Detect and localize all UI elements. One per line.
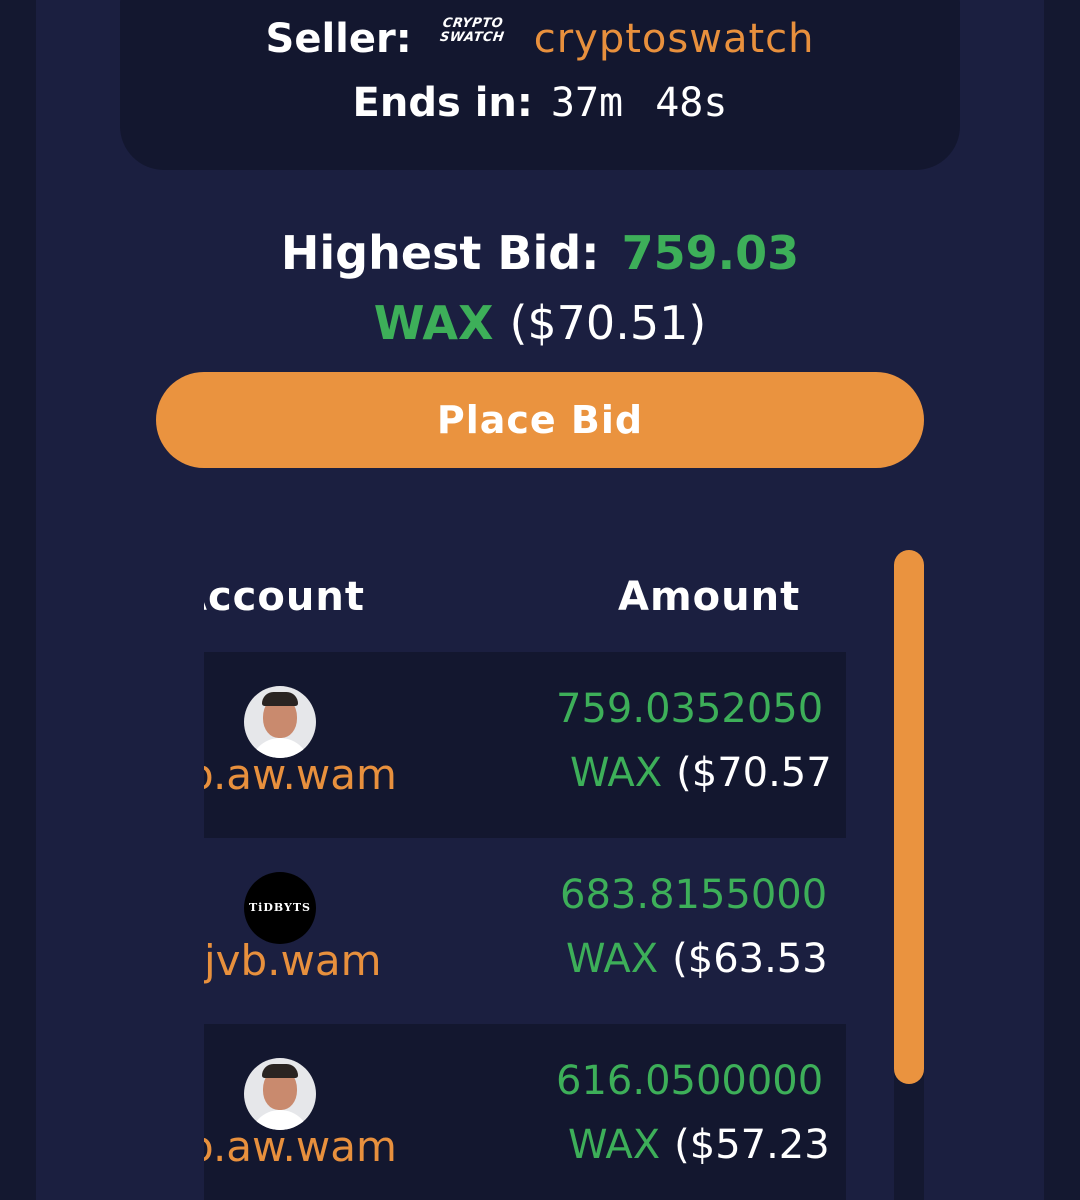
highest-bid-currency: WAX xyxy=(373,296,494,350)
seller-name-link[interactable]: cryptoswatch xyxy=(534,16,815,62)
auction-info-card: Seller: CRYPTO SWATCH cryptoswatch Ends in:… xyxy=(120,0,960,170)
bid-usd: ($63.53 xyxy=(672,936,828,982)
highest-bid-summary: Highest Bid: 759.03 WAX ($70.51) xyxy=(36,218,1044,358)
bidder-account[interactable]: jvb.wam xyxy=(204,936,382,985)
bid-usd: ($57.23 xyxy=(674,1122,830,1168)
bid-amount: 683.8155000 xyxy=(560,872,828,918)
auction-panel: Seller: CRYPTO SWATCH cryptoswatch Ends in:… xyxy=(36,0,1044,1200)
bid-row[interactable]: TiDBYTS jvb.wam 683.8155000 WAX ($63.53 xyxy=(204,838,846,1024)
bid-currency-usd: WAX ($57.23 xyxy=(568,1122,830,1168)
highest-bid-usd: ($70.51) xyxy=(509,296,707,350)
bid-currency: WAX xyxy=(566,936,659,982)
bids-table: Account Amount o.aw.wam 759.0352050 WAX (… xyxy=(204,560,846,1200)
avatar: TiDBYTS xyxy=(244,872,316,944)
bid-currency-usd: WAX ($63.53 xyxy=(566,936,828,982)
column-header-account: Account xyxy=(204,574,365,620)
bid-currency-usd: WAX ($70.57 xyxy=(570,750,832,796)
scrollbar-thumb[interactable] xyxy=(894,550,924,1084)
bid-row[interactable]: o.aw.wam 759.0352050 WAX ($70.57 xyxy=(204,652,846,838)
column-header-amount: Amount xyxy=(618,574,801,620)
ends-in-label: Ends in: xyxy=(352,80,533,126)
seller-label: Seller: xyxy=(265,16,412,62)
place-bid-button[interactable]: Place Bid xyxy=(156,372,924,468)
avatar xyxy=(244,686,316,758)
bid-currency: WAX xyxy=(568,1122,661,1168)
seller-row: Seller: CRYPTO SWATCH cryptoswatch xyxy=(120,16,960,65)
bidder-account[interactable]: o.aw.wam xyxy=(204,1122,397,1171)
bid-row[interactable]: o.aw.wam 616.0500000 WAX ($57.23 xyxy=(204,1024,846,1200)
bidder-account[interactable]: o.aw.wam xyxy=(204,750,397,799)
highest-bid-amount: 759.03 xyxy=(621,226,800,280)
countdown-timer: 37m 48s xyxy=(550,80,728,126)
bid-amount: 616.0500000 xyxy=(556,1058,824,1104)
ends-in-row: Ends in: 37m 48s xyxy=(120,80,960,126)
bid-usd: ($70.57 xyxy=(676,750,832,796)
bid-amount: 759.0352050 xyxy=(556,686,824,732)
avatar xyxy=(244,1058,316,1130)
seller-logo: CRYPTO SWATCH xyxy=(438,16,506,45)
bid-currency: WAX xyxy=(570,750,663,796)
highest-bid-label: Highest Bid: xyxy=(280,226,600,280)
